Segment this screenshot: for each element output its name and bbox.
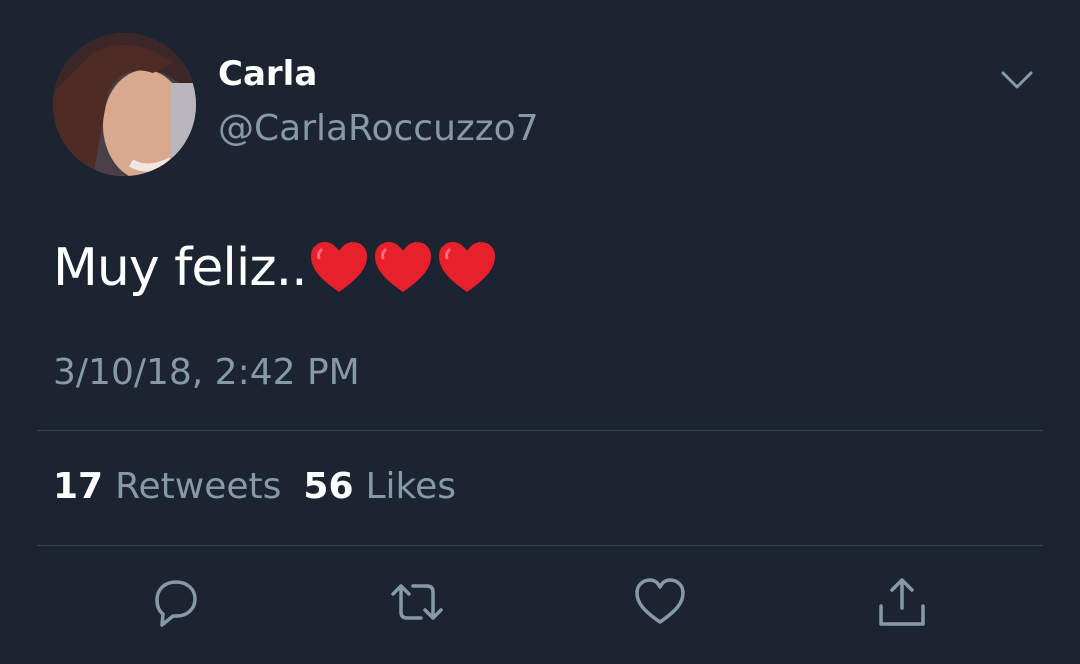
heart-icon[interactable] — [632, 574, 688, 630]
author-name[interactable]: Carla — [218, 54, 317, 94]
divider — [37, 545, 1043, 546]
likes-label[interactable]: Likes — [366, 466, 457, 507]
tweet-text-content: Muy feliz.. — [53, 238, 308, 298]
divider — [37, 430, 1043, 431]
tweet-text: Muy feliz.. — [53, 238, 501, 298]
likes-count[interactable]: 56 — [303, 466, 353, 507]
tweet-stats: 17 Retweets 56 Likes — [53, 466, 478, 507]
retweets-count[interactable]: 17 — [53, 466, 103, 507]
red-heart-icon — [438, 242, 495, 292]
red-heart-icon — [310, 242, 367, 292]
red-heart-icon — [374, 242, 431, 292]
heart-emojis — [309, 240, 501, 296]
tweet-timestamp[interactable]: 3/10/18, 2:42 PM — [53, 352, 360, 393]
avatar[interactable] — [53, 33, 196, 176]
reply-icon[interactable] — [147, 574, 203, 630]
share-icon[interactable] — [874, 574, 930, 630]
avatar-image — [53, 33, 196, 176]
retweet-icon[interactable] — [389, 574, 445, 630]
retweets-label[interactable]: Retweets — [115, 466, 281, 507]
chevron-down-icon[interactable] — [1000, 68, 1034, 92]
author-handle[interactable]: @CarlaRoccuzzo7 — [218, 108, 539, 149]
